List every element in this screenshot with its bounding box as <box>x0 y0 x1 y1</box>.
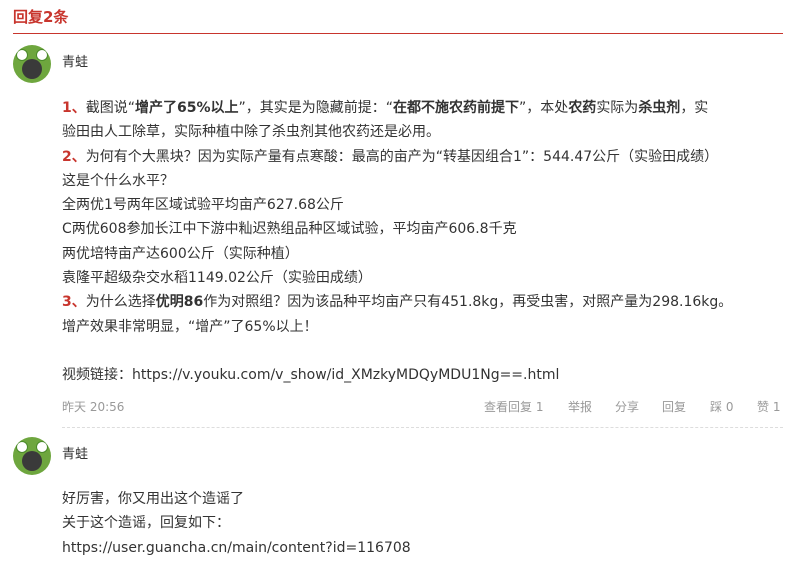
body-line: 增产效果非常明显，“增产”了65%以上！ <box>62 318 318 335</box>
body-line: 好厉害，你又用出这个造谣了 <box>62 491 244 507</box>
body-line: 1、截图说“增产了65%以上”，其实是为隐藏前提：“在都不施农药前提下”，本处农… <box>62 100 709 116</box>
username[interactable]: 青蛙 <box>62 51 88 70</box>
body-line: 验田由人工除草，实际种植中除了杀虫剂其他农药还是必用。 <box>62 124 440 141</box>
comment-body: 1、截图说“增产了65%以上”，其实是为隐藏前提：“在都不施农药前提下”，本处农… <box>62 96 732 388</box>
comment-divider <box>62 427 783 428</box>
avatar[interactable] <box>13 45 51 83</box>
replies-header: 回复2条 <box>13 6 783 34</box>
body-line: 袁隆平超级杂交水稻1149.02公斤（实验田成绩） <box>62 270 372 287</box>
body-line: 2、为何有个大黑块？因为实际产量有点寒酸：最高的亩产为“转基因组合1”：544.… <box>62 148 719 165</box>
timestamp: 昨天 20:56 <box>62 400 125 414</box>
body-line: 3、为什么选择优明86作为对照组？因为该品种平均亩产只有451.8kg，再受虫害… <box>62 294 733 311</box>
body-line: 关于这个造谣，回复如下： <box>62 515 230 532</box>
share-button[interactable]: 分享 <box>615 398 639 415</box>
comment-body: 好厉害，你又用出这个造谣了 关于这个造谣，回复如下： https://user.… <box>62 487 411 560</box>
frog-avatar-icon <box>22 59 42 79</box>
dislike-button[interactable]: 踩 0 <box>710 398 733 415</box>
body-line: 全两优1号两年区域试验平均亩产627.68公斤 <box>62 197 344 214</box>
comment-meta: 昨天 20:56 查看回复 1 举报 分享 回复 踩 0 赞 1 <box>62 398 783 418</box>
body-line: 两优培特亩产达600公斤（实际种植） <box>62 245 299 262</box>
username[interactable]: 青蛙 <box>62 443 88 462</box>
body-line: C两优608参加长江中下游中籼迟熟组品种区域试验，平均亩产606.8千克 <box>62 221 517 238</box>
comment-item: 青蛙 好厉害，你又用出这个造谣了 关于这个造谣，回复如下： https://us… <box>13 437 783 561</box>
view-replies-button[interactable]: 查看回复 1 <box>484 398 543 415</box>
body-line: 这是个什么水平？ <box>62 172 174 189</box>
report-button[interactable]: 举报 <box>568 398 592 415</box>
body-line-empty <box>62 339 732 363</box>
comment-item: 青蛙 1、截图说“增产了65%以上”，其实是为隐藏前提：“在都不施农药前提下”，… <box>13 45 783 428</box>
reply-button[interactable]: 回复 <box>662 398 686 415</box>
reference-link[interactable]: https://user.guancha.cn/main/content?id=… <box>62 536 411 560</box>
replies-count-title: 回复2条 <box>13 8 69 26</box>
avatar[interactable] <box>13 437 51 475</box>
like-button[interactable]: 赞 1 <box>757 398 780 415</box>
frog-avatar-icon <box>22 451 42 471</box>
video-link[interactable]: 视频链接：https://v.youku.com/v_show/id_XMzky… <box>62 363 732 387</box>
